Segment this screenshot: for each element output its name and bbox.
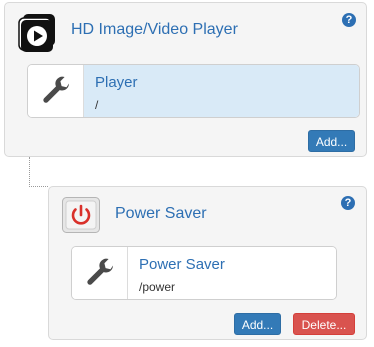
wrench-icon <box>87 258 113 285</box>
delete-module-button[interactable]: Delete... <box>293 313 355 335</box>
plugin-info: Power Saver /power <box>128 247 336 299</box>
add-plugin-button[interactable]: Add... <box>234 313 281 335</box>
plugin-icon-cell <box>28 65 84 117</box>
power-icon[interactable] <box>62 197 100 233</box>
module-title: HD Image/Video Player <box>71 21 238 38</box>
module-card-hd-player: HD Image/Video Player ? Player / Add... <box>4 2 367 157</box>
plugin-icon-cell <box>72 247 128 299</box>
plugin-item-player[interactable]: Player / <box>27 64 360 118</box>
plugin-name: Power Saver <box>139 256 225 273</box>
help-icon[interactable]: ? <box>341 196 355 210</box>
help-icon[interactable]: ? <box>342 13 356 27</box>
play-video-icon[interactable] <box>15 12 59 56</box>
plugin-name: Player <box>95 74 138 91</box>
module-title: Power Saver <box>115 205 207 222</box>
plugin-path: /power <box>139 280 176 294</box>
plugin-item-power-saver[interactable]: Power Saver /power <box>71 246 337 300</box>
wrench-icon <box>43 76 69 103</box>
module-card-power-saver: Power Saver ? Power Saver /power Add... … <box>48 186 367 340</box>
plugin-path: / <box>95 98 99 112</box>
add-plugin-button[interactable]: Add... <box>308 130 355 152</box>
plugin-info: Player / <box>84 65 359 117</box>
tree-connector <box>29 157 48 187</box>
